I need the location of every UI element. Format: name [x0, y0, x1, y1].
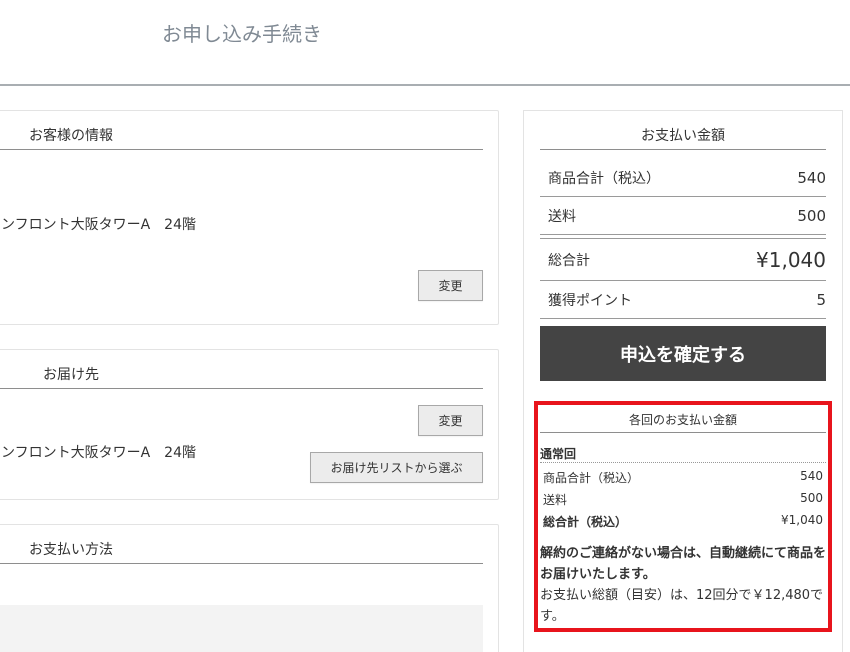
points-value: 5 — [816, 290, 826, 309]
auto-renewal-note: 解約のご連絡がない場合は、自動継続にて商品をお届けいたします。 お支払い総額（目… — [540, 543, 828, 627]
delivery-divider — [0, 388, 483, 389]
customer-info-heading: お客様の情報 — [29, 128, 113, 144]
per-delivery-heading: 各回のお支払い金額 — [628, 413, 737, 427]
per-delivery-shipping-row: 送料 500 — [543, 491, 823, 508]
delivery-change-button[interactable]: 変更 — [418, 405, 483, 436]
per-delivery-subtotal-value: 540 — [800, 469, 823, 483]
per-delivery-shipping-value: 500 — [800, 491, 823, 505]
total-estimate-note: お支払い総額（目安）は、12回分で￥12,480です。 — [540, 588, 824, 624]
per-delivery-subtotal-label: 商品合計（税込） — [543, 471, 640, 485]
payment-method-card: お支払い方法 — [0, 524, 499, 652]
payment-method-area — [0, 605, 483, 652]
auto-renewal-note-bold: 解約のご連絡がない場合は、自動継続にて商品をお届けいたします。 — [540, 546, 827, 582]
points-row: 獲得ポイント 5 — [540, 281, 826, 319]
payment-summary-heading: お支払い金額 — [641, 128, 725, 144]
per-delivery-total-value: ¥1,040 — [781, 513, 823, 527]
per-delivery-total-row: 総合計（税込） ¥1,040 — [543, 513, 823, 530]
shipping-label: 送料 — [548, 208, 576, 225]
delivery-card: お届け先 変更 ンフロント大阪タワーA 24階 お届け先リストから選ぶ — [0, 349, 499, 500]
subtotal-value: 540 — [797, 168, 826, 187]
total-label: 総合計 — [548, 252, 590, 269]
customer-address: ンフロント大阪タワーA 24階 — [1, 217, 196, 233]
page-title: お申し込み手続き — [162, 22, 322, 46]
regular-delivery-dotted-rule — [540, 462, 826, 463]
total-value: ¥1,040 — [756, 247, 826, 272]
payment-method-heading: お支払い方法 — [29, 542, 113, 558]
delivery-heading: お届け先 — [43, 367, 99, 383]
subtotal-row: 商品合計（税込） 540 — [540, 159, 826, 197]
per-delivery-payment-box: 各回のお支払い金額 通常回 商品合計（税込） 540 送料 500 総合計（税込… — [534, 401, 832, 632]
per-delivery-total-label: 総合計（税込） — [543, 515, 628, 529]
delivery-address: ンフロント大阪タワーA 24階 — [1, 445, 196, 461]
per-delivery-divider — [540, 432, 826, 433]
header-divider — [0, 84, 850, 86]
total-row: 総合計 ¥1,040 — [540, 239, 826, 281]
shipping-row: 送料 500 — [540, 197, 826, 235]
customer-info-divider — [0, 149, 483, 150]
subtotal-label: 商品合計（税込） — [548, 170, 660, 187]
delivery-list-button[interactable]: お届け先リストから選ぶ — [310, 452, 483, 483]
regular-delivery-label: 通常回 — [540, 447, 577, 461]
customer-info-card: お客様の情報 ンフロント大阪タワーA 24階 変更 — [0, 110, 499, 325]
confirm-order-button[interactable]: 申込を確定する — [540, 326, 826, 381]
customer-change-button[interactable]: 変更 — [418, 270, 483, 301]
payment-summary-divider — [540, 149, 826, 150]
shipping-value: 500 — [797, 206, 826, 225]
per-delivery-subtotal-row: 商品合計（税込） 540 — [543, 469, 823, 486]
points-label: 獲得ポイント — [548, 292, 632, 309]
payment-method-divider — [0, 563, 483, 564]
per-delivery-shipping-label: 送料 — [543, 493, 568, 507]
